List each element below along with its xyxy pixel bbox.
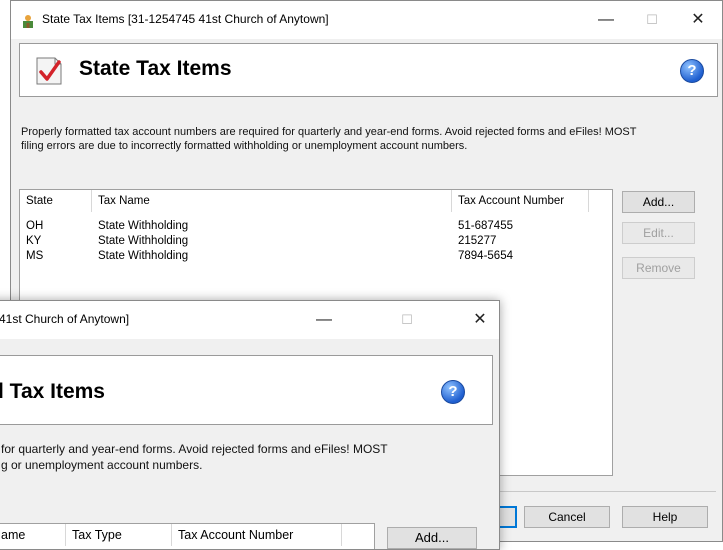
header-title: l Tax Items: [0, 380, 105, 403]
cell-account: 215277: [458, 235, 497, 247]
description-text: for quarterly and year-end forms. Avoid …: [1, 442, 388, 472]
add-button[interactable]: Add...: [622, 191, 695, 213]
add-button[interactable]: Add...: [387, 527, 477, 549]
cell-tax-name: State Withholding: [98, 235, 189, 247]
close-button[interactable]: ✕: [681, 7, 715, 33]
church-icon: [23, 15, 33, 28]
title-bar[interactable]: State Tax Items [31-1254745 41st Church …: [11, 1, 722, 39]
help-button[interactable]: Help: [622, 506, 708, 528]
help-icon[interactable]: ?: [441, 380, 465, 404]
header-panel: State Tax Items ?: [19, 43, 718, 97]
column-header-tax-name[interactable]: Tax Name: [92, 190, 452, 212]
cell-state: MS: [26, 250, 44, 262]
cell-state: OH: [26, 220, 44, 232]
cell-account: 7894-5654: [458, 250, 513, 262]
header-title: State Tax Items: [79, 57, 232, 80]
table-row[interactable]: OH State Withholding 51-687455: [20, 220, 610, 233]
column-header-tax-type[interactable]: Tax Type: [66, 524, 172, 546]
window-title: State Tax Items [31-1254745 41st Church …: [42, 12, 329, 26]
close-button[interactable]: ✕: [463, 307, 497, 333]
table-row[interactable]: MS State Withholding 7894-5654: [20, 250, 610, 263]
minimize-button[interactable]: —: [307, 307, 341, 333]
cell-state: KY: [26, 235, 42, 247]
local-tax-list[interactable]: Name Tax Type Tax Account Number: [0, 523, 375, 549]
column-header-tax-account-number[interactable]: Tax Account Number: [452, 190, 589, 212]
cell-tax-name: State Withholding: [98, 250, 189, 262]
maximize-button[interactable]: ☐: [390, 307, 424, 333]
cell-account: 51-687455: [458, 220, 513, 232]
help-icon[interactable]: ?: [680, 59, 704, 83]
local-tax-items-window: 41st Church of Anytown] — ☐ ✕ l Tax Item…: [0, 300, 500, 550]
window-title: 41st Church of Anytown]: [0, 312, 130, 326]
description-text: Properly formatted tax account numbers a…: [21, 126, 637, 152]
title-bar[interactable]: 41st Church of Anytown] — ☐ ✕: [0, 301, 499, 339]
cancel-button[interactable]: Cancel: [524, 506, 610, 528]
column-header-tax-account-number[interactable]: Tax Account Number: [172, 524, 342, 546]
minimize-button[interactable]: —: [589, 7, 623, 33]
maximize-button[interactable]: ☐: [635, 7, 669, 33]
header-panel: l Tax Items ?: [0, 355, 493, 425]
column-header-name[interactable]: Name: [0, 524, 66, 546]
table-row[interactable]: KY State Withholding 215277: [20, 235, 610, 248]
edit-button[interactable]: Edit...: [622, 222, 695, 244]
checklist-icon: [36, 57, 62, 85]
column-header-state[interactable]: State: [20, 190, 92, 212]
cell-tax-name: State Withholding: [98, 220, 189, 232]
remove-button[interactable]: Remove: [622, 257, 695, 279]
